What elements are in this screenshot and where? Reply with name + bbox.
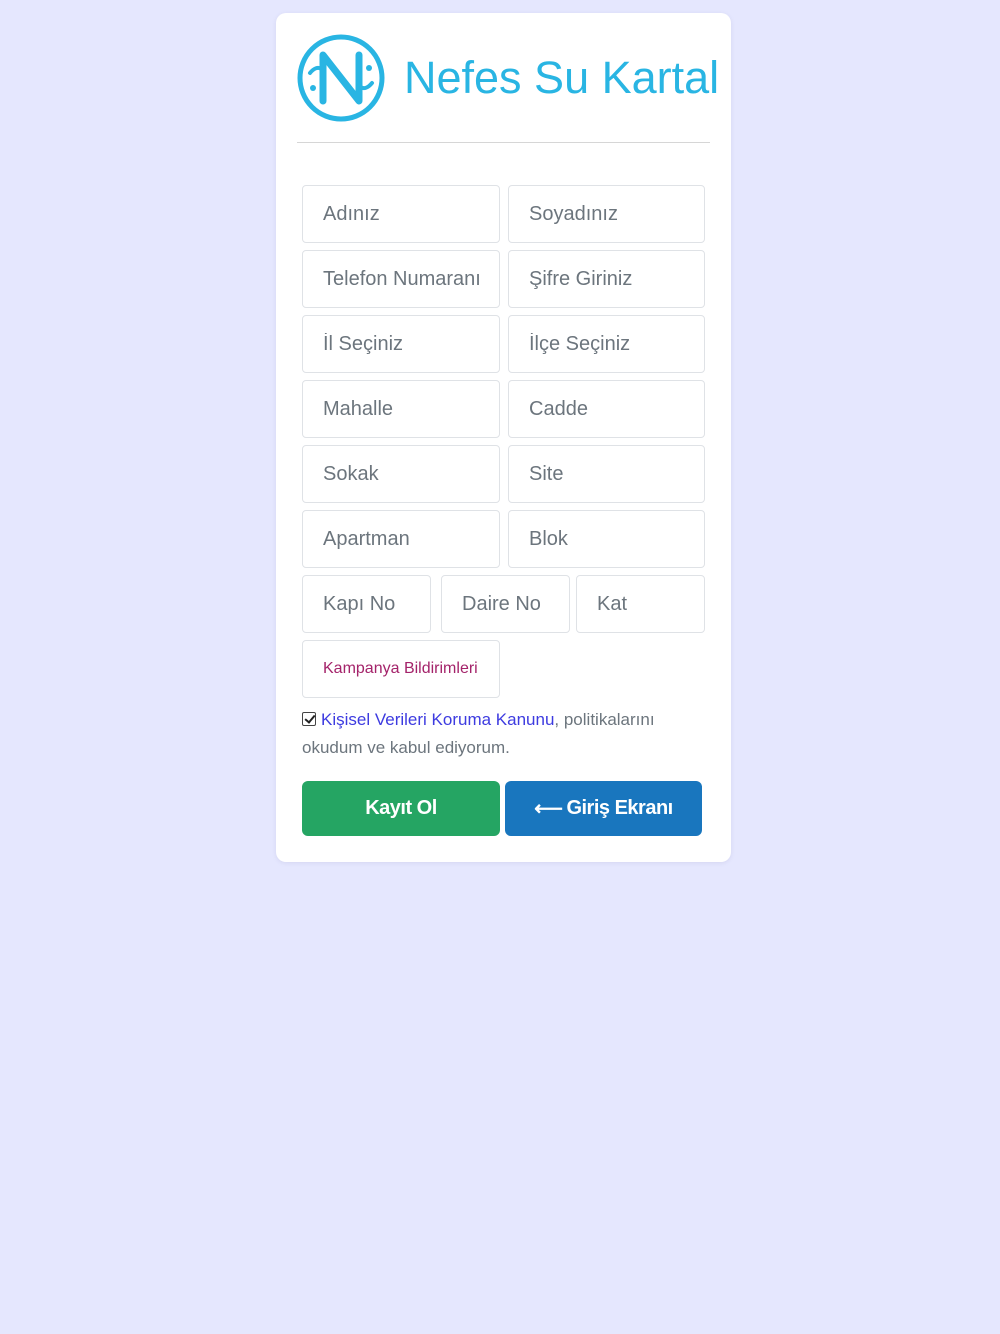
apartment-input[interactable] — [302, 510, 500, 568]
province-select[interactable] — [302, 315, 500, 373]
door-no-input[interactable] — [302, 575, 431, 633]
consent-row: Kişisel Verileri Koruma Kanunu, politika… — [302, 706, 712, 762]
login-button-label: Giriş Ekranı — [566, 797, 673, 819]
register-card: Nefes Su Kartal Kişisel Verileri Koruma … — [276, 13, 731, 862]
arrow-left-icon: ⟵ — [534, 798, 563, 820]
street-input[interactable] — [302, 445, 500, 503]
register-button-label: Kayıt Ol — [365, 797, 437, 819]
consent-checkbox[interactable] — [302, 712, 316, 726]
campaign-notifications-select[interactable] — [302, 640, 500, 698]
water-n-logo-icon — [297, 34, 385, 122]
first-name-input[interactable] — [302, 185, 500, 243]
district-select[interactable] — [508, 315, 705, 373]
floor-input[interactable] — [576, 575, 705, 633]
block-input[interactable] — [508, 510, 705, 568]
phone-input[interactable] — [302, 250, 500, 308]
brand-header: Nefes Su Kartal — [296, 33, 719, 123]
neighborhood-input[interactable] — [302, 380, 500, 438]
brand-name: Nefes Su Kartal — [404, 52, 720, 103]
password-input[interactable] — [508, 250, 705, 308]
register-button[interactable]: Kayıt Ol — [302, 781, 500, 836]
flat-no-input[interactable] — [441, 575, 570, 633]
login-screen-button[interactable]: ⟵ Giriş Ekranı — [505, 781, 702, 836]
kvkk-link[interactable]: Kişisel Verileri Koruma Kanunu — [321, 710, 554, 729]
last-name-input[interactable] — [508, 185, 705, 243]
avenue-input[interactable] — [508, 380, 705, 438]
site-input[interactable] — [508, 445, 705, 503]
header-divider — [297, 142, 710, 143]
